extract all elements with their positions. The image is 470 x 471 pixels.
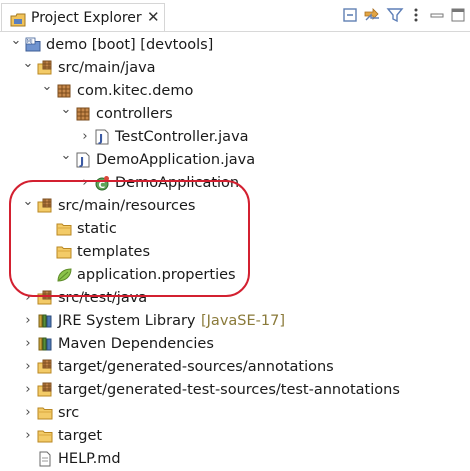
file-icon — [37, 451, 53, 467]
filter-icon[interactable] — [386, 6, 404, 24]
source-folder-icon — [37, 198, 53, 214]
project-explorer-icon — [10, 13, 26, 27]
chevron-right-icon[interactable]: › — [22, 405, 34, 421]
library-icon — [37, 313, 53, 329]
chevron-down-icon[interactable]: ⌄ — [22, 56, 34, 72]
chevron-down-icon[interactable]: ⌄ — [22, 194, 34, 210]
tree-item-label: HELP.md — [58, 451, 121, 467]
folder-icon — [37, 428, 53, 444]
tree-item-label: target/generated-sources/annotations — [58, 359, 334, 375]
tree-item[interactable]: static — [0, 218, 470, 241]
tree-item[interactable]: › src/test/java — [0, 287, 470, 310]
tree-item[interactable]: ⌄ controllers — [0, 102, 470, 126]
chevron-down-icon[interactable]: ⌄ — [10, 33, 22, 49]
source-folder-icon — [37, 359, 53, 375]
tree-item-label: DemoApplication.java — [96, 152, 256, 168]
project-tree: ⌄ demo [boot] [devtools] ⌄ src/main/java ⌄ co… — [0, 33, 470, 467]
maximize-icon[interactable] — [449, 6, 467, 24]
tab-divider — [0, 31, 470, 32]
chevron-down-icon[interactable]: ⌄ — [41, 79, 53, 95]
tree-item[interactable]: ⌄ DemoApplication.java — [0, 148, 470, 172]
source-folder-icon — [37, 60, 53, 76]
tree-item-label: TestController.java — [115, 129, 249, 145]
tree-item[interactable]: ⌄ demo [boot] [devtools] — [0, 33, 470, 57]
java-file-icon — [75, 152, 91, 168]
chevron-right-icon[interactable]: › — [79, 129, 91, 145]
tree-item[interactable]: › DemoApplication — [0, 172, 470, 195]
tree-item-label: demo [boot] [devtools] — [46, 37, 214, 53]
tree-item-label: application.properties — [77, 267, 236, 283]
tree-item[interactable]: application.properties — [0, 264, 470, 287]
view-header: Project Explorer ✕ — [0, 0, 470, 32]
tree-item-label: src/test/java — [58, 290, 148, 306]
tree-item-decoration: [JavaSE-17] — [201, 313, 285, 329]
tree-item-label: src/main/java — [58, 60, 156, 76]
tree-item[interactable]: › src — [0, 402, 470, 425]
link-with-editor-icon[interactable] — [363, 6, 381, 24]
tree-item-label: src — [58, 405, 80, 421]
chevron-right-icon[interactable]: › — [22, 313, 34, 329]
chevron-right-icon[interactable]: › — [22, 359, 34, 375]
project-icon — [25, 37, 41, 53]
tree-item[interactable]: ⌄ com.kitec.demo — [0, 79, 470, 103]
chevron-right-icon[interactable]: › — [22, 382, 34, 398]
tree-item-label: target/generated-test-sources/test-annot… — [58, 382, 400, 398]
chevron-down-icon[interactable]: ⌄ — [60, 102, 72, 118]
source-folder-icon — [37, 382, 53, 398]
tree-item[interactable]: › JRE System Library [JavaSE-17] — [0, 310, 470, 333]
tree-item[interactable]: › Maven Dependencies — [0, 333, 470, 356]
close-icon[interactable]: ✕ — [147, 7, 160, 27]
tree-item-label: com.kitec.demo — [77, 83, 194, 99]
tree-item[interactable]: HELP.md — [0, 448, 470, 471]
package-icon — [56, 83, 72, 99]
library-icon — [37, 336, 53, 352]
chevron-down-icon[interactable]: ⌄ — [60, 148, 72, 164]
tree-item[interactable]: ⌄ src/main/resources — [0, 194, 470, 218]
collapse-all-icon[interactable] — [341, 6, 359, 24]
folder-icon — [37, 405, 53, 421]
chevron-right-icon[interactable]: › — [22, 336, 34, 352]
source-folder-icon — [37, 290, 53, 306]
java-file-icon — [94, 129, 110, 145]
chevron-right-icon[interactable]: › — [22, 428, 34, 444]
minimize-icon[interactable] — [428, 6, 446, 24]
package-icon — [75, 106, 91, 122]
tree-item[interactable]: › target — [0, 425, 470, 448]
chevron-right-icon[interactable]: › — [79, 175, 91, 191]
tree-item-label: src/main/resources — [58, 198, 196, 214]
tree-item[interactable]: ⌄ src/main/java — [0, 56, 470, 80]
tree-item-label: target — [58, 428, 103, 444]
class-icon — [94, 175, 110, 191]
chevron-right-icon[interactable]: › — [22, 290, 34, 306]
tree-item-label: static — [77, 221, 117, 237]
tree-item-label: controllers — [96, 106, 173, 122]
tree-item-label: Maven Dependencies — [58, 336, 214, 352]
tab-project-explorer[interactable]: Project Explorer ✕ — [1, 3, 165, 31]
spring-properties-icon — [56, 267, 72, 283]
tree-item-label: JRE System Library — [58, 313, 196, 329]
folder-icon — [56, 244, 72, 260]
folder-icon — [56, 221, 72, 237]
tree-item-label: templates — [77, 244, 151, 260]
view-menu-icon[interactable] — [407, 6, 425, 24]
tree-item[interactable]: › target/generated-test-sources/test-anno… — [0, 379, 470, 402]
tree-item[interactable]: templates — [0, 241, 470, 264]
tree-item[interactable]: › target/generated-sources/annotations — [0, 356, 470, 379]
tree-item[interactable]: › TestController.java — [0, 126, 470, 149]
tree-item-label: DemoApplication — [115, 175, 240, 191]
view-title: Project Explorer — [31, 10, 142, 26]
